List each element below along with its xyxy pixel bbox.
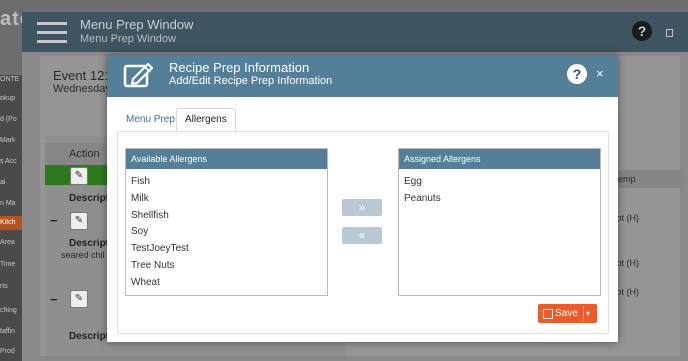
move-to-assigned-button[interactable]: » <box>342 199 382 216</box>
collapse-row-icon[interactable]: − <box>50 292 58 307</box>
assigned-allergens-list[interactable]: Assigned Allergens Egg Peanuts <box>398 148 601 296</box>
edit-document-icon <box>120 60 156 92</box>
tab-menu-prep[interactable]: Menu Prep <box>118 109 183 131</box>
sidenav-item[interactable]: taffin <box>0 327 22 336</box>
available-allergens-list[interactable]: Available Allergens Fish Milk Shellfish … <box>125 148 328 296</box>
move-to-available-button[interactable]: « <box>342 227 382 244</box>
edit-pencil-icon[interactable]: ✎ <box>70 167 88 185</box>
collapse-row-icon[interactable]: − <box>50 213 58 228</box>
tab-allergens[interactable]: Allergens <box>176 108 236 133</box>
list-item[interactable]: Soy <box>126 224 327 241</box>
modal-close-icon[interactable]: × <box>596 67 604 81</box>
menu-prep-window-subtitle: Menu Prep Window <box>80 33 176 45</box>
sidenav-item[interactable]: ONTE <box>0 75 22 84</box>
available-allergens-header: Available Allergens <box>126 149 327 169</box>
sidenav-item[interactable]: Mark <box>0 136 22 145</box>
sidenav-item[interactable]: okup <box>0 94 22 103</box>
temp-column-header: emp <box>610 170 683 188</box>
list-item[interactable]: Peanuts <box>399 191 600 208</box>
description-label: Descripti <box>69 238 112 249</box>
event-date: Wednesday, <box>53 83 114 95</box>
list-item[interactable]: Shellfish <box>126 208 327 225</box>
list-item[interactable]: Egg <box>399 174 600 191</box>
window-help-icon[interactable]: ? <box>632 21 652 41</box>
assigned-allergens-header: Assigned Allergens <box>399 149 600 169</box>
window-minimize-icon[interactable] <box>666 29 673 37</box>
save-button[interactable]: Save ▾ <box>538 304 597 323</box>
temp-value: Hot (H) <box>610 213 639 223</box>
sidenav-item[interactable]: s Acc <box>0 157 22 166</box>
list-item[interactable]: Wheat <box>126 275 327 292</box>
sidenav-item[interactable]: n Ma <box>0 199 22 208</box>
modal-subtitle: Add/Edit Recipe Prep Information <box>169 75 333 87</box>
hamburger-menu-icon[interactable] <box>37 22 67 44</box>
description-label: Descripti <box>69 331 112 342</box>
edit-pencil-icon[interactable]: ✎ <box>70 212 88 230</box>
menu-prep-window-title: Menu Prep Window <box>80 17 194 32</box>
temp-value: Hot (H) <box>610 258 639 268</box>
sidenav-item-active[interactable]: Kitch <box>0 216 22 230</box>
sidenav-item[interactable]: ai <box>0 178 22 187</box>
row-description-text: seared chil <box>61 250 105 260</box>
list-item[interactable]: TestJoeyTest <box>126 241 327 258</box>
action-column-header: Action <box>69 148 100 160</box>
sidenav-item[interactable]: Time <box>0 260 22 269</box>
save-label: Save <box>555 308 578 319</box>
list-item[interactable]: Tree Nuts <box>126 258 327 275</box>
list-item[interactable]: Fish <box>126 174 327 191</box>
sidenav-item[interactable]: ching <box>0 306 22 315</box>
modal-help-icon[interactable]: ? <box>567 64 587 84</box>
sidenav-item[interactable]: rts <box>0 282 22 291</box>
edit-pencil-icon[interactable]: ✎ <box>70 290 88 308</box>
sidenav-item[interactable]: Area <box>0 238 22 247</box>
sidenav-item[interactable]: d (Po <box>0 115 22 124</box>
sidenav-item[interactable]: Prod <box>0 347 22 356</box>
save-disk-icon <box>543 309 553 319</box>
modal-title: Recipe Prep Information <box>169 60 310 75</box>
temp-value: Hot (H) <box>610 287 639 297</box>
save-divider <box>583 306 584 321</box>
chevron-down-icon[interactable]: ▾ <box>586 307 590 320</box>
list-item[interactable]: Milk <box>126 191 327 208</box>
app-sidenav: ONTE okup d (Po Mark s Acc ai n Ma Kitch… <box>0 75 22 361</box>
